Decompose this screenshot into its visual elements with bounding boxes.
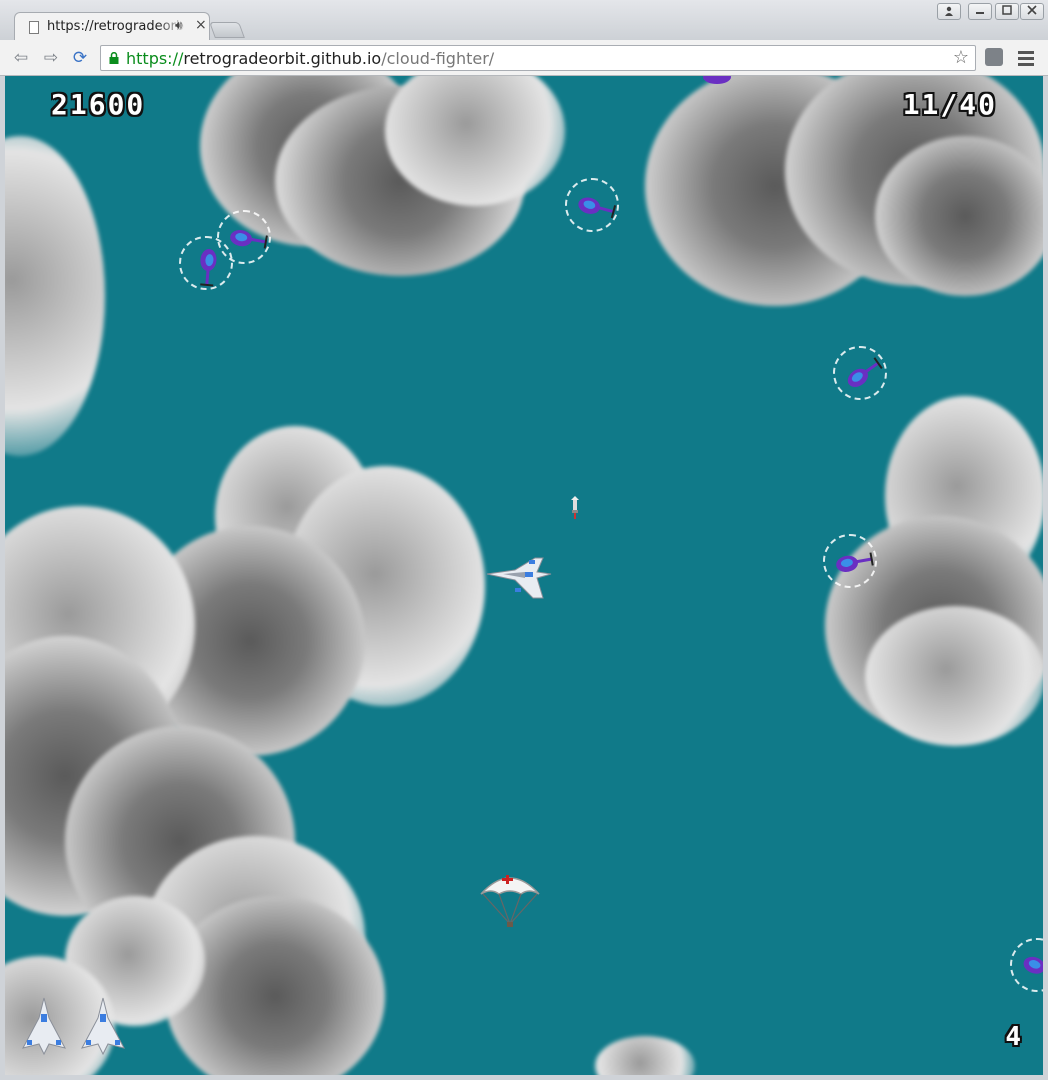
address-bar[interactable]: https://retrogradeorbit.github.io/cloud-…	[100, 45, 976, 71]
url-host: retrogradeorbit.github.io	[183, 49, 382, 68]
minimize-button[interactable]	[968, 3, 992, 20]
enemy-helicopter	[823, 534, 877, 588]
parachute-supply-drop	[480, 875, 540, 927]
kills-counter: 11/40	[902, 88, 997, 121]
life-jet-icon	[22, 997, 66, 1056]
new-tab-button[interactable]	[209, 22, 245, 38]
forward-button[interactable]: ⇨	[40, 47, 62, 69]
menu-icon[interactable]	[1018, 48, 1034, 68]
extension-icon[interactable]	[985, 48, 1003, 66]
user-icon[interactable]	[937, 3, 961, 20]
score-display: 21600	[51, 88, 146, 121]
page-icon	[29, 21, 39, 34]
reload-button[interactable]: ⟳	[69, 47, 91, 69]
speaker-icon[interactable]: 🔊︎	[175, 18, 183, 33]
close-button[interactable]	[1020, 3, 1044, 20]
enemy-helicopter	[1010, 938, 1043, 992]
bombs-counter: 4	[1005, 1022, 1023, 1052]
bookmark-star-icon[interactable]: ☆	[953, 47, 969, 68]
browser-titlebar: https://retrogradeorbit.github.io/cloud-…	[0, 0, 1048, 42]
enemy-helicopter	[179, 236, 233, 290]
enemy-helicopter	[833, 346, 887, 400]
browser-tab[interactable]: https://retrogradeorbit.github.io/cloud-…	[14, 12, 210, 42]
url-scheme: https://	[126, 49, 184, 68]
lock-icon	[109, 52, 119, 64]
tab-close-button[interactable]: ×	[195, 17, 207, 33]
enemy-helicopter	[565, 178, 619, 232]
life-jet-icon	[81, 997, 125, 1056]
game-canvas[interactable]: 21600 11/40 4	[5, 76, 1043, 1075]
browser-toolbar: ⇦ ⇨ ⟳ https://retrogradeorbit.github.io/…	[0, 40, 1048, 76]
tab-title: https://retrogradeorbit.github.io/cloud-…	[47, 19, 185, 34]
player-jet	[486, 557, 552, 599]
missile	[571, 496, 579, 519]
back-button[interactable]: ⇦	[10, 47, 32, 69]
url-path: /cloud-fighter/	[381, 49, 495, 68]
url-text: https://retrogradeorbit.github.io/cloud-…	[126, 49, 494, 68]
maximize-button[interactable]	[995, 3, 1019, 20]
